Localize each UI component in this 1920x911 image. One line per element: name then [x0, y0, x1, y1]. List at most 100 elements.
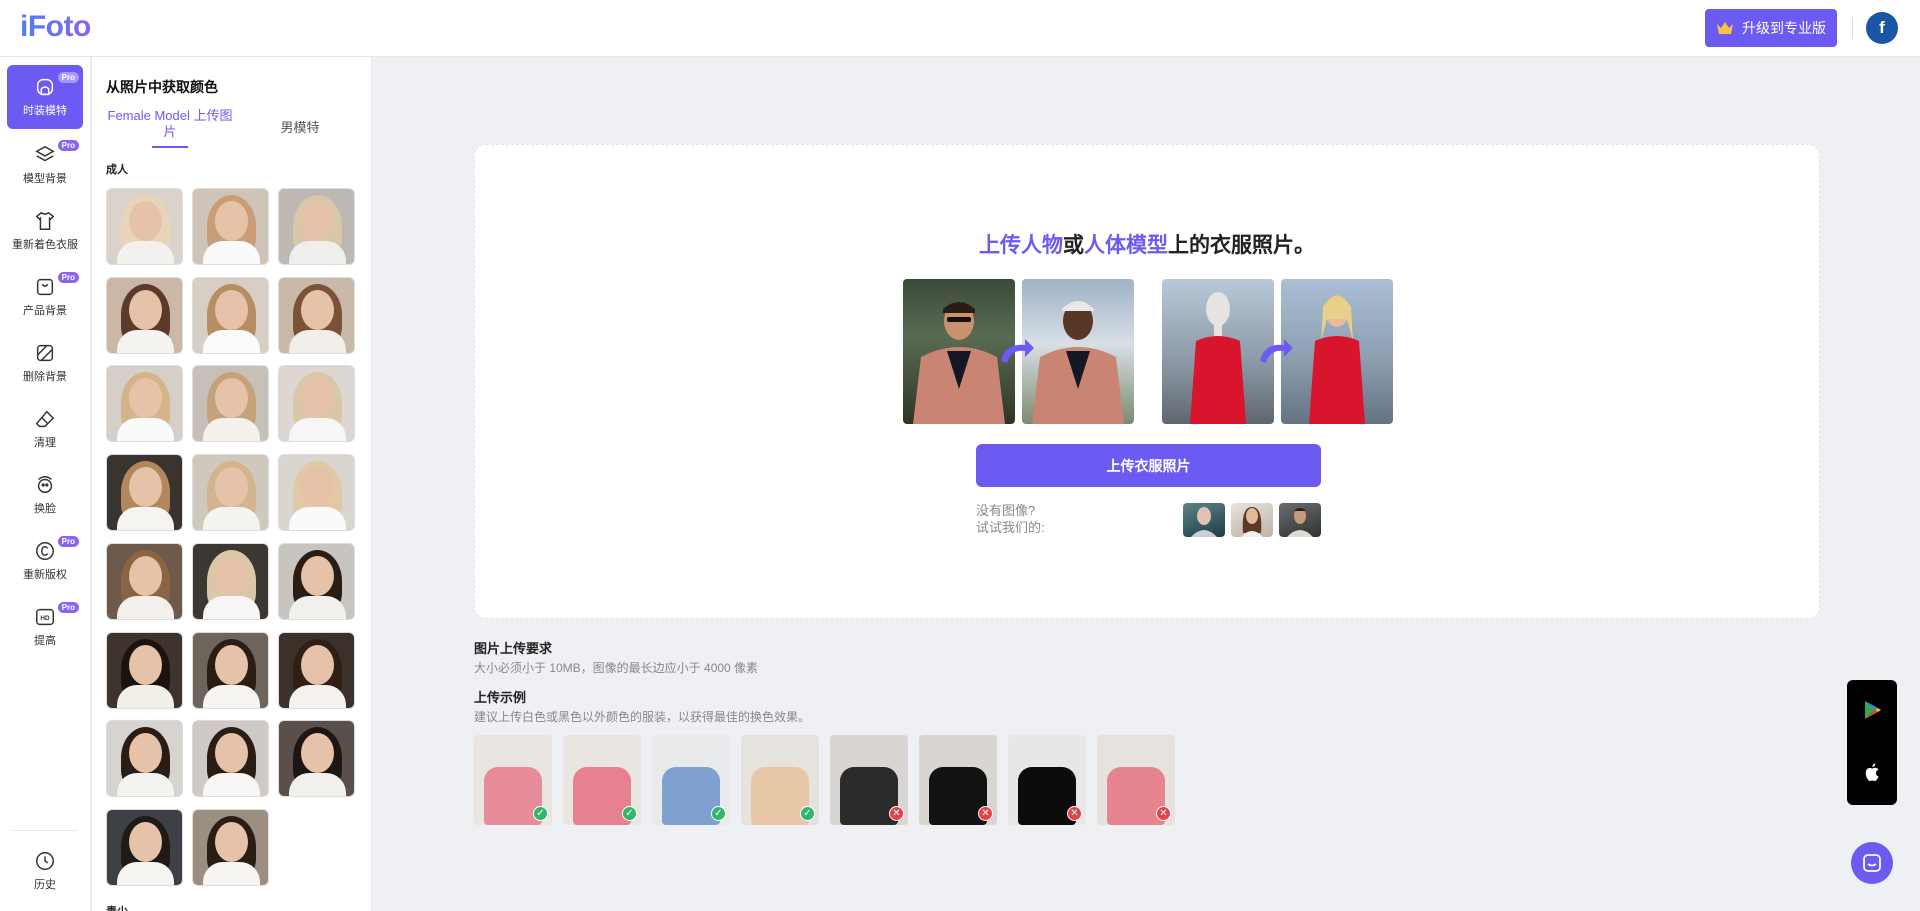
rail-item-remove-background[interactable]: 删除背景	[7, 331, 83, 395]
rail-item-label: 重新着色衣服	[12, 239, 78, 251]
title-rest: 上的衣服照片。	[1168, 234, 1315, 257]
arrow-icon	[1001, 339, 1034, 363]
model-thumbnail[interactable]	[278, 631, 355, 709]
rail-item-fashion-model[interactable]: 时装模特 Pro	[7, 65, 83, 129]
tab-female-model[interactable]: Female Model 上传图片	[106, 108, 234, 140]
cross-icon: ✕	[978, 806, 993, 821]
upload-example-image: ✓	[741, 735, 819, 825]
rail-item-face-swap[interactable]: 换脸	[7, 463, 83, 527]
rail-item-enhance[interactable]: HD 提高 Pro	[7, 595, 83, 659]
model-thumbnail[interactable]	[192, 188, 269, 265]
model-shirt	[203, 507, 260, 531]
model-thumbnail[interactable]	[192, 720, 269, 798]
model-thumbnail[interactable]	[278, 276, 355, 354]
model-thumbnail[interactable]	[192, 276, 269, 354]
chat-icon	[1863, 854, 1881, 872]
model-face	[301, 644, 334, 685]
model-shirt	[203, 595, 260, 619]
active-tab-indicator	[152, 146, 188, 148]
rail-item-label: 模型背景	[23, 173, 67, 185]
model-thumbnail[interactable]	[278, 454, 355, 532]
model-thumbnail[interactable]	[106, 631, 183, 709]
model-thumbnail[interactable]	[106, 188, 183, 265]
demo-mannequin-result	[1281, 279, 1393, 424]
pro-badge: Pro	[57, 72, 79, 83]
model-thumbnail[interactable]	[278, 542, 355, 620]
model-shirt	[289, 241, 346, 264]
model-thumbnail[interactable]	[278, 188, 355, 265]
model-thumbnail[interactable]	[278, 365, 355, 443]
title-highlight-person: 上传人物	[979, 234, 1063, 257]
upgrade-button[interactable]: 升级到专业版	[1705, 9, 1837, 47]
model-face	[215, 821, 248, 862]
rail-item-label: 清理	[34, 437, 56, 449]
check-icon: ✓	[622, 806, 637, 821]
rail-item-cleanup[interactable]: 清理	[7, 397, 83, 461]
upload-example-image: ✓	[563, 735, 641, 825]
model-thumbnail[interactable]	[192, 454, 269, 532]
model-thumbnail[interactable]	[192, 631, 269, 709]
model-thumbnail[interactable]	[106, 454, 183, 532]
model-thumbnail[interactable]	[106, 720, 183, 798]
model-thumbnail[interactable]	[192, 365, 269, 443]
google-play-icon[interactable]	[1862, 700, 1882, 720]
model-shirt	[203, 861, 260, 885]
model-face	[215, 201, 248, 241]
sample-image-1[interactable]	[1183, 503, 1225, 537]
upload-card[interactable]: 上传人物或人体模型上的衣服照片。 上传衣服照片 没有图像? 试试我们的:	[474, 144, 1820, 619]
model-thumbnail[interactable]	[192, 542, 269, 620]
check-icon: ✓	[533, 806, 548, 821]
model-thumbnail[interactable]	[106, 808, 183, 886]
rail-item-label: 时装模特	[23, 105, 67, 117]
upload-clothes-button[interactable]: 上传衣服照片	[976, 444, 1321, 487]
rail-item-label: 换脸	[34, 503, 56, 515]
tab-male-model[interactable]: 男模特	[270, 117, 330, 136]
model-face	[215, 289, 248, 330]
crown-icon	[1717, 22, 1733, 34]
rail-item-label: 重新版权	[23, 569, 67, 581]
model-face	[129, 555, 162, 596]
check-icon: ✓	[800, 806, 815, 821]
rail-item-history[interactable]: 历史	[7, 839, 83, 903]
sample-image-3[interactable]	[1279, 503, 1321, 537]
model-thumbnail[interactable]	[106, 542, 183, 620]
user-avatar[interactable]: f	[1866, 12, 1898, 44]
panel-title: 从照片中获取颜色	[106, 79, 218, 95]
apple-icon[interactable]	[1862, 763, 1882, 783]
model-face	[129, 644, 162, 685]
model-shirt	[289, 329, 346, 353]
shirt-icon	[35, 211, 55, 230]
face-swap-icon	[37, 476, 53, 494]
model-face	[301, 201, 334, 241]
model-shirt	[289, 507, 346, 531]
title-or: 或	[1063, 234, 1084, 257]
model-thumbnail[interactable]	[278, 720, 355, 798]
rail-item-label: 历史	[34, 879, 56, 891]
model-shirt	[203, 773, 260, 797]
rail-item-recolor-clothes[interactable]: 重新着色衣服	[7, 199, 83, 263]
eraser-icon	[35, 410, 55, 428]
rail-item-product-background[interactable]: 产品背景 Pro	[7, 265, 83, 329]
rail-item-label: 提高	[34, 635, 56, 647]
model-thumbnail[interactable]	[106, 276, 183, 354]
model-thumbnail[interactable]	[106, 365, 183, 443]
hd-icon: HD	[36, 608, 54, 626]
top-header: iFoto 升级到专业版 f	[0, 0, 1920, 57]
rail-item-model-background[interactable]: 模型背景 Pro	[7, 133, 83, 197]
sample-image-2[interactable]	[1231, 503, 1273, 537]
model-shirt	[117, 329, 174, 353]
examples-text: 建议上传白色或黑色以外颜色的服装，以获得最佳的换色效果。	[474, 710, 811, 724]
pro-badge: Pro	[57, 602, 79, 613]
tool-rail: 时装模特 Pro 模型背景 Pro 重新着色衣服 产品背景 Pro 删除背景 清…	[0, 57, 91, 911]
cross-icon: ✕	[889, 806, 904, 821]
chat-support-button[interactable]	[1851, 842, 1893, 884]
try-line-1: 没有图像?	[976, 503, 1036, 518]
rail-item-label: 产品背景	[23, 305, 67, 317]
model-shirt	[203, 684, 260, 708]
rail-item-recopyright[interactable]: 重新版权 Pro	[7, 529, 83, 593]
model-shirt	[289, 684, 346, 708]
model-shirt	[117, 595, 174, 619]
model-thumbnail[interactable]	[192, 808, 269, 886]
upload-example-image: ✓	[652, 735, 730, 825]
ifoto-logo[interactable]: iFoto	[20, 10, 91, 44]
